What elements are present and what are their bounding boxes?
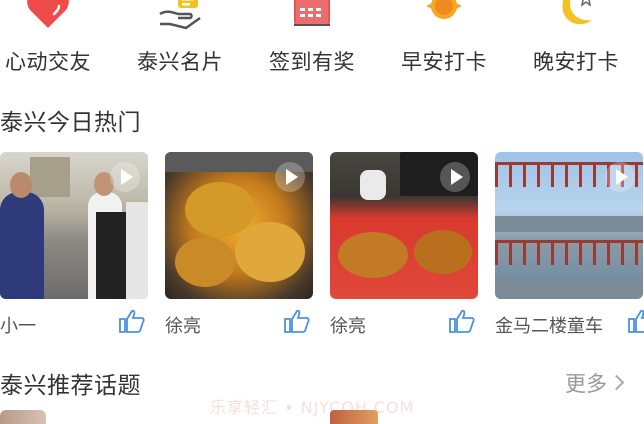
topic-thumbnail[interactable] xyxy=(330,410,378,424)
play-icon[interactable] xyxy=(440,162,470,192)
video-author: 徐亮 xyxy=(165,316,201,337)
sun-icon xyxy=(426,0,462,19)
chevron-right-icon xyxy=(608,374,625,391)
video-card[interactable]: 徐亮 xyxy=(330,152,478,342)
more-link[interactable]: 更多 xyxy=(565,368,625,398)
quick-nav-row: 心动交友 泰兴名片 签到有奖 早安打卡 晚安打卡 xyxy=(0,0,644,80)
video-thumbnail[interactable] xyxy=(330,152,478,299)
video-card[interactable]: 金马二楼童车 xyxy=(495,152,644,342)
play-icon[interactable] xyxy=(275,162,305,192)
nav-label: 早安打卡 xyxy=(401,50,487,74)
video-card[interactable]: 徐亮 xyxy=(165,152,313,342)
video-author: 徐亮 xyxy=(330,316,366,337)
nav-item-morning[interactable]: 早安打卡 xyxy=(384,0,504,80)
watermark: 乐享轻汇 • NJYCOH.COM xyxy=(210,398,415,417)
topic-section-title: 泰兴推荐话题 xyxy=(0,373,141,399)
video-author: 金马二楼童车 xyxy=(495,316,603,337)
video-thumbnail[interactable] xyxy=(495,152,643,299)
calendar-icon xyxy=(294,0,330,26)
nav-label: 签到有奖 xyxy=(269,50,355,74)
nav-label: 心动交友 xyxy=(5,50,91,74)
video-thumbnail[interactable] xyxy=(0,152,148,299)
nav-item-night[interactable]: 晚安打卡 xyxy=(516,0,636,80)
play-icon[interactable] xyxy=(110,162,140,192)
video-card[interactable]: 小一 xyxy=(0,152,148,342)
hand-card-icon xyxy=(159,0,201,30)
thumbs-up-icon[interactable] xyxy=(283,308,311,334)
thumbs-up-icon[interactable] xyxy=(118,308,146,334)
nav-item-dating[interactable]: 心动交友 xyxy=(0,0,108,80)
nav-item-business-card[interactable]: 泰兴名片 xyxy=(120,0,240,80)
video-thumbnail[interactable] xyxy=(165,152,313,299)
moon-icon xyxy=(562,0,592,25)
play-icon[interactable] xyxy=(605,162,635,192)
heart-icon xyxy=(27,0,69,28)
more-label: 更多 xyxy=(565,372,607,396)
hot-section-title: 泰兴今日热门 xyxy=(0,110,141,136)
video-author: 小一 xyxy=(0,316,36,337)
topic-thumbnail[interactable] xyxy=(0,410,46,424)
nav-item-checkin[interactable]: 签到有奖 xyxy=(252,0,372,80)
thumbs-up-icon[interactable] xyxy=(627,308,644,334)
thumbs-up-icon[interactable] xyxy=(448,308,476,334)
nav-label: 晚安打卡 xyxy=(533,50,619,74)
nav-label: 泰兴名片 xyxy=(137,50,223,74)
